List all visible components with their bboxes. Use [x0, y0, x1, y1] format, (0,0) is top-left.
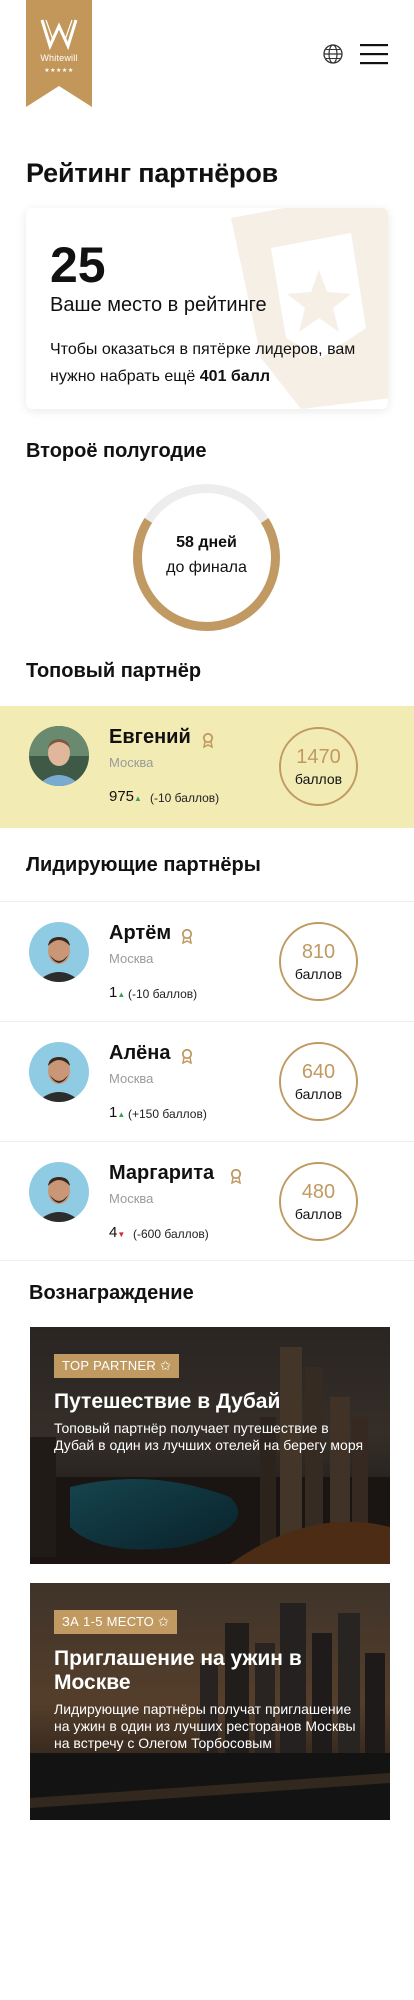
period-title: Второё полугодие — [26, 440, 207, 462]
reward-tag: ЗА 1-5 МЕСТО ✩ — [54, 1610, 178, 1634]
score-label: баллов — [294, 771, 343, 787]
partner-name: Алёна — [109, 1042, 171, 1064]
partner-city: Москва — [109, 1071, 154, 1086]
reward-title: Приглашение на ужин в Москве — [54, 1647, 302, 1694]
partner-position: 1▲ — [109, 1104, 125, 1121]
score-label: баллов — [294, 966, 343, 982]
top-partner-card[interactable]: Евгений Москва 975▲ (-10 баллов) 1470 ба… — [0, 706, 414, 828]
score-value: 640 — [301, 1061, 336, 1083]
score-badge: 480 баллов — [279, 1162, 358, 1241]
score-label: баллов — [294, 1206, 343, 1222]
rank-points-needed: 401 балл — [199, 368, 271, 385]
trend-up-icon: ▲ — [117, 1110, 126, 1119]
logo-wordmark: Whitewill — [40, 53, 78, 63]
score-value: 1470 — [296, 746, 341, 768]
logo[interactable]: Whitewill ★★★★★ — [26, 0, 92, 107]
rank-hint: Чтобы оказаться в пятёрке лидеров, вам н… — [50, 336, 370, 390]
rank-place: 25 — [50, 237, 106, 293]
score-value: 480 — [301, 1181, 336, 1203]
partner-position: 975▲ — [109, 788, 142, 805]
partner-position: 1▲ — [109, 984, 125, 1001]
reward-tag: TOP PARTNER ✩ — [54, 1354, 180, 1378]
leader-row[interactable]: Артём Москва 1▲ (-10 баллов) 810 баллов — [0, 901, 414, 1021]
avatar — [29, 726, 89, 786]
medal-icon — [202, 732, 214, 748]
score-badge: 640 баллов — [279, 1042, 358, 1121]
partner-delta: (-10 баллов) — [150, 791, 220, 805]
header: Whitewill ★★★★★ — [0, 0, 414, 110]
avatar — [29, 1162, 89, 1222]
score-badge: 810 баллов — [279, 922, 358, 1001]
rank-card: 25 Ваше место в рейтинге Чтобы оказаться… — [26, 208, 388, 409]
partner-position: 4▼ — [109, 1224, 125, 1241]
partner-position-value: 975 — [109, 788, 135, 805]
top-partner-title: Топовый партнёр — [26, 660, 202, 682]
period-progress-ring — [133, 484, 280, 631]
trend-up-icon: ▲ — [134, 794, 142, 803]
page-title: Рейтинг партнёров — [26, 158, 279, 188]
partner-city: Москва — [109, 755, 154, 770]
period-progress-arc — [133, 484, 280, 631]
partner-delta: (-10 баллов) — [128, 987, 198, 1001]
trend-down-icon: ▼ — [117, 1230, 126, 1239]
score-value: 810 — [301, 941, 336, 963]
rewards-title: Вознаграждение — [29, 1282, 194, 1304]
partner-city: Москва — [109, 951, 154, 966]
partner-name: Артём — [109, 922, 172, 944]
medal-icon — [230, 1168, 242, 1184]
reward-description: Лидирующие партнёры получат приглашение … — [54, 1701, 356, 1751]
leaders-title: Лидирующие партнёры — [26, 854, 261, 876]
rank-caption: Ваше место в рейтинге — [50, 294, 267, 316]
reward-card[interactable]: ЗА 1-5 МЕСТО ✩ Приглашение на ужин в Мос… — [30, 1583, 390, 1820]
score-label: баллов — [294, 1086, 343, 1102]
medal-icon — [181, 928, 193, 944]
partner-delta: (-600 баллов) — [133, 1227, 209, 1241]
avatar — [29, 1042, 89, 1102]
days-left: 58 дней — [176, 534, 237, 551]
partner-name: Евгений — [109, 726, 191, 748]
logo-stars: ★★★★★ — [44, 68, 74, 74]
hamburger-menu-icon[interactable] — [360, 42, 388, 66]
avatar — [29, 922, 89, 982]
globe-icon[interactable] — [322, 43, 344, 65]
leader-row[interactable]: Алёна Москва 1▲ (+150 баллов) 640 баллов — [0, 1021, 414, 1141]
partner-name: Маргарита — [109, 1162, 215, 1184]
reward-description: Топовый партнёр получает путешествие в Д… — [54, 1420, 364, 1453]
medal-icon — [181, 1048, 193, 1064]
days-caption: до финала — [166, 559, 247, 576]
partner-delta: (+150 баллов) — [128, 1107, 207, 1121]
trend-up-icon: ▲ — [117, 990, 126, 999]
score-badge: 1470 баллов — [279, 727, 358, 806]
reward-card[interactable]: TOP PARTNER ✩ Путешествие в Дубай Топовы… — [30, 1327, 390, 1564]
leader-row[interactable]: Маргарита Москва 4▼ (-600 баллов) 480 ба… — [0, 1141, 414, 1261]
reward-title: Путешествие в Дубай — [54, 1390, 281, 1413]
partner-city: Москва — [109, 1191, 154, 1206]
